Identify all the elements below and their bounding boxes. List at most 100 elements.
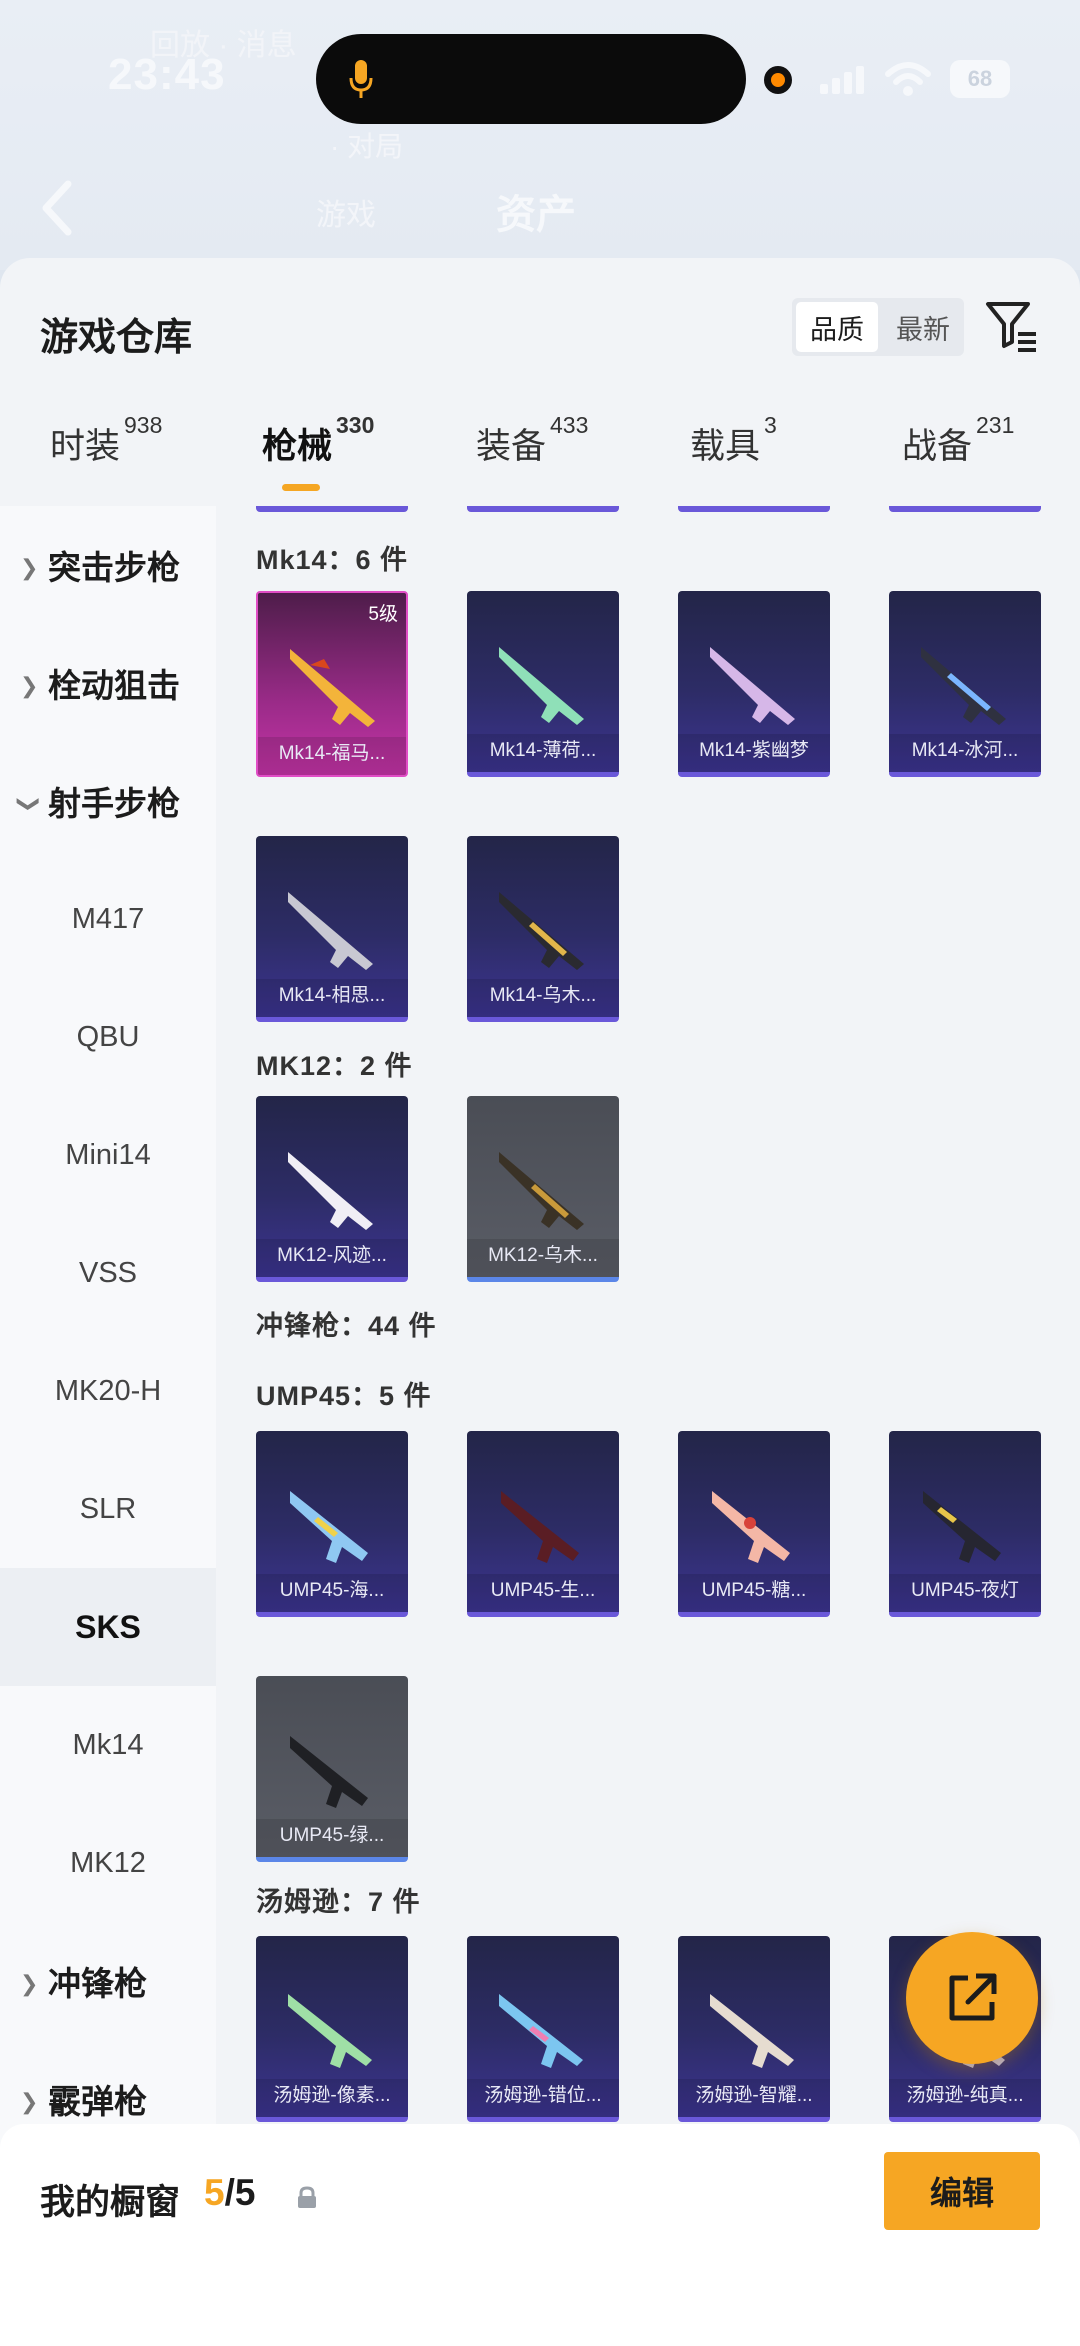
weapon-skin-grid: Mk14：6 件 5级 Mk14-福马... Mk14-薄荷... Mk14-紫… [216,506,1080,2346]
showcase-bar: 我的橱窗 5/5 编辑 [0,2124,1080,2346]
sort-quality-button[interactable]: 品质 [796,302,878,352]
status-time: 23:43 [108,50,226,99]
rifle-icon [499,647,584,725]
background-app: 回放 · 消息 23:43 68 · 对局 游戏 资产 [0,0,1080,270]
skin-name: 汤姆逊-错位... [467,2079,619,2117]
sidebar-item-label: 突击步枪 [48,549,180,586]
skin-card[interactable]: Mk14-薄荷... [467,591,619,777]
rifle-icon [290,649,375,727]
skin-name: Mk14-薄荷... [467,734,619,772]
sheet-header: 游戏仓库 品质 最新 [0,258,1080,378]
smg-icon [499,1994,583,2068]
group-title-mk12: MK12：2 件 [256,1051,413,1081]
tab-label: 枪械 [262,427,333,466]
group-title-smg: 冲锋枪：44 件 [256,1311,437,1341]
share-icon [949,1973,997,2021]
showcase-current: 5 [204,2172,225,2213]
skin-card[interactable]: Mk14-冰河... [889,591,1041,777]
back-arrow-icon [42,180,72,236]
microphone-icon [349,60,373,98]
skin-name: UMP45-夜灯 [889,1574,1041,1612]
rifle-icon [499,892,584,970]
sidebar-item-bolt-sniper[interactable]: ❯ 栓动狙击 [0,624,216,742]
skin-name: Mk14-紫幽梦 [678,734,830,772]
chevron-right-icon: ❯ [20,673,39,698]
tab-guns[interactable]: 枪械330 [262,412,374,469]
smg-icon [290,1491,368,1563]
sort-latest-button[interactable]: 最新 [882,298,964,356]
sidebar-item-label: 栓动狙击 [48,667,180,704]
sidebar-item-mini14[interactable]: Mini14 [0,1096,216,1214]
skin-name: UMP45-绿... [256,1819,408,1857]
skin-card[interactable]: Mk14-紫幽梦 [678,591,830,777]
skin-name: UMP45-海... [256,1574,408,1612]
background-sub: · 对局 [330,131,404,162]
skin-card[interactable]: 汤姆逊-智耀... [678,1936,830,2122]
sidebar-item-marksman-rifle[interactable]: ❯ 射手步枪 [0,742,216,860]
skin-card[interactable]: 5级 Mk14-福马... [256,591,408,777]
tab-equipment[interactable]: 装备433 [476,412,588,469]
sidebar-item-qbu[interactable]: QBU [0,978,216,1096]
skin-card[interactable]: MK12-乌木... [467,1096,619,1282]
skin-card[interactable]: MK12-风迹... [256,1096,408,1282]
skin-card[interactable]: UMP45-海... [256,1431,408,1617]
showcase-total: 5 [234,2172,256,2213]
dynamic-island [316,34,746,124]
share-button[interactable] [906,1932,1038,2064]
sheet-title: 游戏仓库 [40,317,193,359]
skin-card[interactable]: Mk14-相思... [256,836,408,1022]
skin-card[interactable]: 汤姆逊-像素... [256,1936,408,2122]
smg-icon [290,1736,368,1808]
chevron-right-icon: ❯ [20,2089,39,2114]
rifle-icon [499,1152,584,1230]
tab-fashion[interactable]: 时装938 [50,412,162,469]
filter-icon[interactable] [984,298,1040,354]
group-title-mk14: Mk14：6 件 [256,545,409,575]
tab-count: 231 [976,412,1015,438]
skin-card[interactable]: 汤姆逊-错位... [467,1936,619,2122]
tab-vehicles[interactable]: 载具3 [690,412,777,469]
smg-icon [288,1994,372,2068]
smg-icon [923,1491,1001,1563]
skin-name: Mk14-冰河... [889,734,1041,772]
background-tab: 游戏 [316,199,376,232]
smg-icon [712,1491,790,1563]
skin-name: Mk14-乌木... [467,979,619,1017]
smg-icon [501,1491,579,1563]
sidebar-item-smg[interactable]: ❯ 冲锋枪 [0,1922,216,2040]
card-stub [678,506,830,512]
sidebar-item-assault-rifle[interactable]: ❯ 突击步枪 [0,506,216,624]
active-tab-indicator [282,484,320,491]
chevron-down-icon: ❯ [17,794,43,814]
battery-icon: 68 [950,60,1010,98]
sidebar-item-mk12[interactable]: MK12 [0,1804,216,1922]
sidebar-item-label: 冲锋枪 [48,1965,147,2002]
chevron-right-icon: ❯ [20,555,39,580]
skin-card[interactable]: UMP45-糖... [678,1431,830,1617]
sidebar-item-m417[interactable]: M417 [0,860,216,978]
sidebar-item-vss[interactable]: VSS [0,1214,216,1332]
weapon-category-sidebar: ❯ 突击步枪 ❯ 栓动狙击 ❯ 射手步枪 M417 QBU Mini14 VSS MK… [0,506,216,2346]
sidebar-item-slr[interactable]: SLR [0,1450,216,1568]
tab-supplies[interactable]: 战备231 [902,412,1014,469]
sort-toggle: 品质 最新 [792,298,964,356]
smg-icon [710,1994,794,2068]
tab-label: 装备 [476,427,547,466]
skin-card[interactable]: UMP45-绿... [256,1676,408,1862]
lock-icon [298,2186,316,2208]
rifle-icon [921,647,1006,725]
edit-button[interactable]: 编辑 [884,2152,1040,2230]
skin-card[interactable]: UMP45-夜灯 [889,1431,1041,1617]
sidebar-item-mk14[interactable]: Mk14 [0,1686,216,1804]
category-tabs: 时装938 枪械330 装备433 载具3 战备231 [0,412,1080,498]
card-stub [889,506,1041,512]
skin-card[interactable]: Mk14-乌木... [467,836,619,1022]
card-stub [256,506,408,512]
group-title-thompson: 汤姆逊：7 件 [256,1887,421,1917]
showcase-label: 我的橱窗 [40,2183,181,2222]
skin-name: MK12-乌木... [467,1239,619,1277]
sidebar-item-mk20h[interactable]: MK20-H [0,1332,216,1450]
skin-name: UMP45-糖... [678,1574,830,1612]
skin-card[interactable]: UMP45-生... [467,1431,619,1617]
sidebar-item-sks[interactable]: SKS [0,1568,216,1686]
